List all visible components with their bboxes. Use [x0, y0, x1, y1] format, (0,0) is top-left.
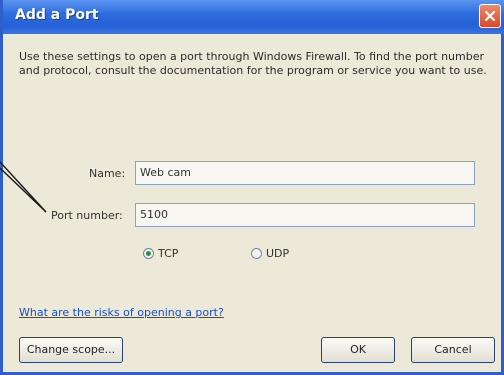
tcp-radio[interactable] — [143, 248, 154, 259]
ok-button[interactable]: OK — [321, 337, 395, 363]
cancel-button[interactable]: Cancel — [411, 337, 495, 363]
port-number-input[interactable]: 5100 — [135, 203, 475, 227]
add-port-dialog: Add a Port Use these settings to open a … — [0, 0, 504, 375]
title-bar[interactable]: Add a Port — [3, 0, 504, 34]
tcp-label: TCP — [158, 247, 179, 260]
close-button[interactable] — [479, 4, 501, 28]
risks-help-link[interactable]: What are the risks of opening a port? — [19, 306, 224, 319]
description-text: Use these settings to open a port throug… — [19, 50, 487, 77]
name-input[interactable]: Web cam — [135, 161, 475, 185]
change-scope-button[interactable]: Change scope... — [19, 337, 123, 363]
close-icon — [484, 10, 496, 22]
callout-lines — [0, 161, 47, 213]
name-label: Name: — [89, 167, 126, 180]
port-number-label: Port number: — [51, 209, 123, 222]
udp-radio[interactable] — [251, 248, 262, 259]
udp-label: UDP — [266, 247, 290, 260]
